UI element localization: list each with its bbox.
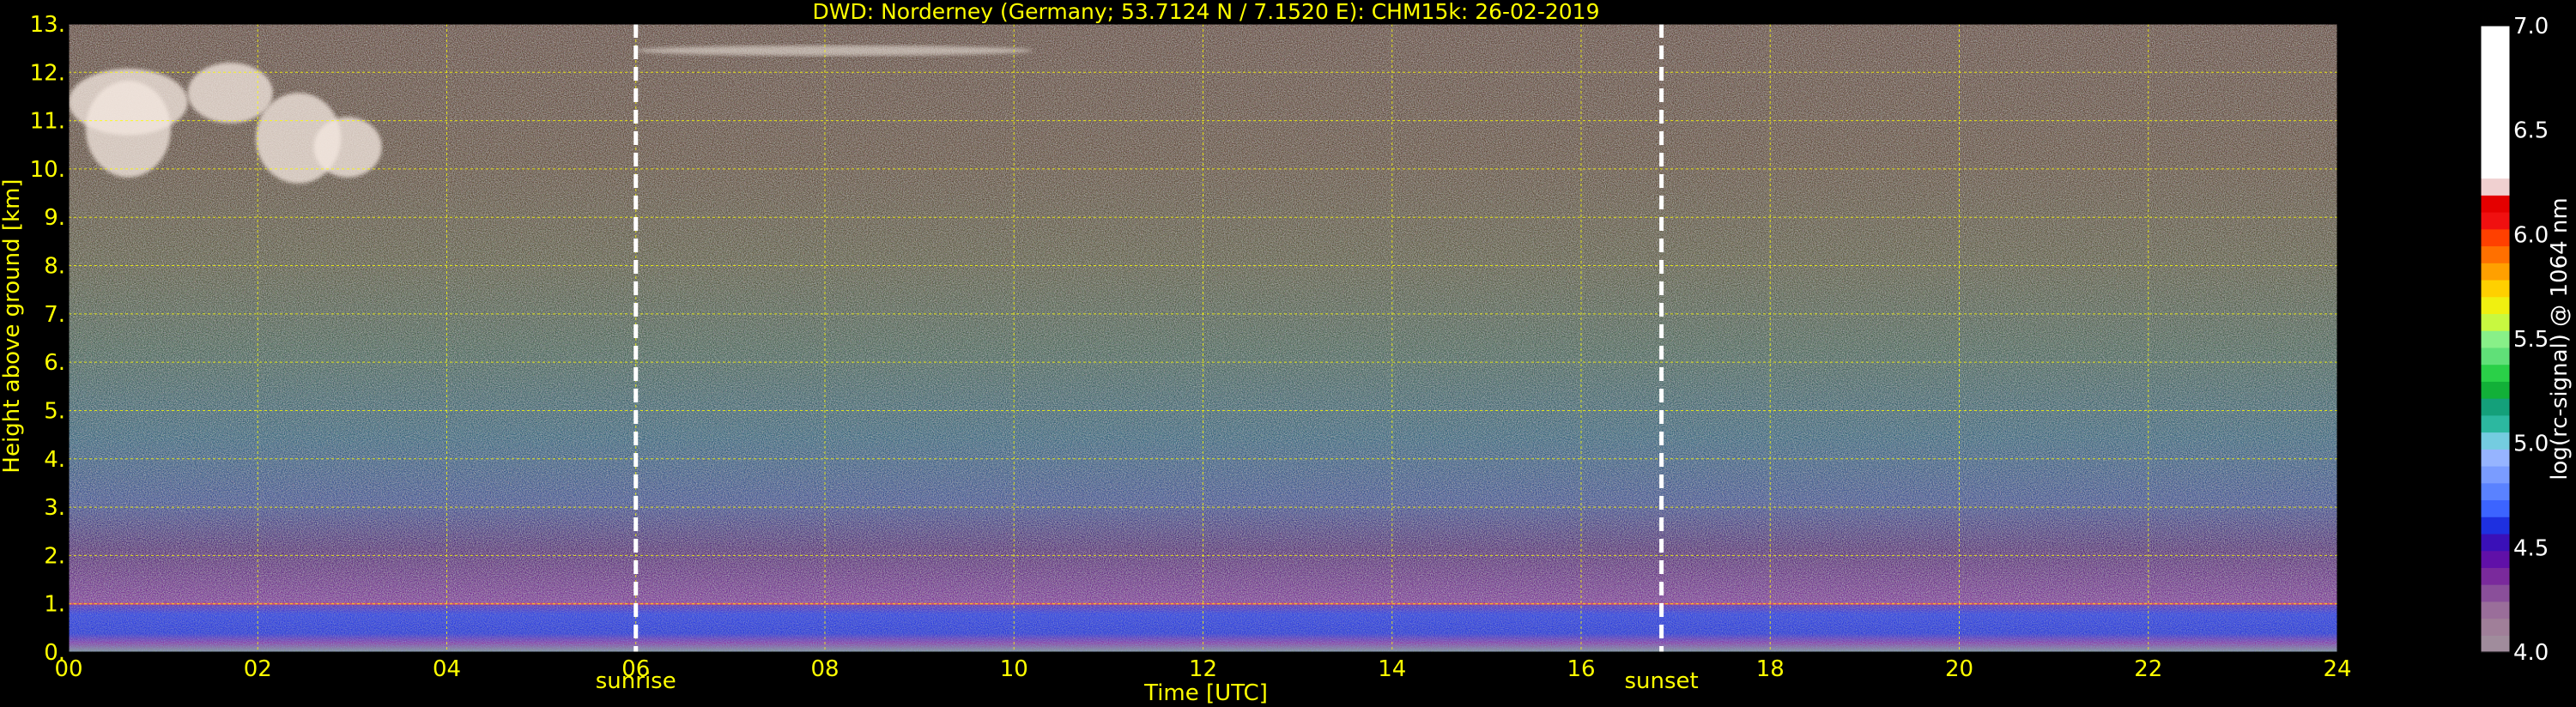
colorbar-segment [2481, 567, 2510, 585]
colorbar-segment [2481, 42, 2510, 61]
y-tick-label: 2. [44, 543, 65, 569]
y-tick-label: 10. [30, 157, 65, 183]
x-tick-label: 14 [1378, 656, 1406, 682]
sunrise-label: sunrise [596, 668, 676, 694]
y-tick-label: 13. [30, 12, 65, 38]
colorbar-tick-label: 7.0 [2513, 14, 2549, 39]
upper-cloud-trace [635, 45, 1033, 56]
colorbar-segment [2481, 110, 2510, 128]
ceilometer-chart: DWD: Norderney (Germany; 53.7124 N / 7.1… [0, 0, 2573, 706]
x-tick-label: 22 [2134, 656, 2162, 682]
colorbar-segment [2481, 584, 2510, 602]
colorbar-segment [2481, 414, 2510, 433]
colorbar-segment [2481, 76, 2510, 94]
y-tick-label: 12. [30, 60, 65, 86]
colorbar-segment [2481, 330, 2510, 348]
colorbar-segment [2481, 398, 2510, 416]
x-tick-label: 12 [1189, 656, 1217, 682]
x-axis-ticks: 00 02 04 06 08 10 12 14 16 18 20 22 24 [54, 656, 2351, 682]
colorbar-segment [2481, 93, 2510, 112]
x-tick-label: 10 [1000, 656, 1028, 682]
cirrus-cloud [187, 63, 273, 124]
x-tick-label: 00 [54, 656, 82, 682]
colorbar-segment [2481, 26, 2510, 44]
colorbar-label: log(rc-signal) @ 1064 nm [2547, 197, 2573, 480]
y-tick-label: 3. [44, 495, 65, 521]
colorbar-segment [2481, 212, 2510, 230]
colorbar-tick-label: 6.5 [2513, 118, 2549, 144]
cirrus-cloud [85, 81, 171, 178]
colorbar-tick-label: 5.5 [2513, 327, 2549, 353]
colorbar-segment [2481, 601, 2510, 619]
colorbar-segment [2481, 296, 2510, 315]
x-tick-label: 04 [433, 656, 461, 682]
y-tick-label: 7. [44, 302, 65, 328]
colorbar-segment [2481, 533, 2510, 552]
y-tick-label: 11. [30, 109, 65, 135]
colorbar-segment [2481, 313, 2510, 331]
colorbar [2480, 25, 2511, 653]
colorbar-segment [2481, 499, 2510, 517]
x-tick-label: 16 [1567, 656, 1595, 682]
colorbar-segment [2481, 618, 2510, 636]
colorbar-segment [2481, 279, 2510, 298]
ceilometer-page: DWD: Norderney (Germany; 53.7124 N / 7.1… [0, 0, 2576, 707]
colorbar-tick-label: 4.5 [2513, 535, 2549, 561]
y-tick-label: 1. [44, 592, 65, 618]
x-tick-label: 08 [810, 656, 839, 682]
colorbar-segment [2481, 381, 2510, 399]
colorbar-segment [2481, 347, 2510, 366]
colorbar-segment [2481, 245, 2510, 263]
colorbar-segment [2481, 228, 2510, 247]
colorbar-segment [2481, 144, 2510, 162]
x-tick-label: 24 [2323, 656, 2351, 682]
colorbar-ticks: 4.0 4.5 5.0 5.5 6.0 6.5 7.0 [2513, 14, 2549, 666]
colorbar-segment [2481, 160, 2510, 179]
y-tick-label: 6. [44, 350, 65, 376]
colorbar-segment [2481, 432, 2510, 450]
y-axis-label: Height above ground [km] [0, 178, 25, 473]
colorbar-segment [2481, 550, 2510, 568]
y-tick-label: 4. [44, 447, 65, 473]
sunset-label: sunset [1624, 668, 1698, 694]
x-tick-label: 02 [244, 656, 272, 682]
y-axis-ticks: 0.1.2.3.4.5.6.7.8.9.10.11.12.13. [30, 12, 65, 666]
colorbar-tick-label: 6.0 [2513, 222, 2549, 248]
colorbar-segment [2481, 195, 2510, 213]
colorbar-segment [2481, 127, 2510, 145]
colorbar-segment [2481, 263, 2510, 281]
colorbar-segment [2481, 364, 2510, 382]
colorbar-tick-label: 5.0 [2513, 432, 2549, 457]
colorbar-tick-label: 4.0 [2513, 640, 2549, 666]
colorbar-segment [2481, 59, 2510, 77]
colorbar-segment [2481, 635, 2510, 653]
y-tick-label: 5. [44, 398, 65, 424]
cirrus-cloud [313, 117, 382, 178]
y-tick-label: 9. [44, 205, 65, 231]
chart-title: DWD: Norderney (Germany; 53.7124 N / 7.1… [813, 0, 1600, 24]
x-axis-label: Time [UTC] [1143, 680, 1268, 706]
colorbar-segment [2481, 517, 2510, 535]
x-tick-label: 18 [1756, 656, 1785, 682]
colorbar-segment [2481, 178, 2510, 196]
colorbar-segment [2481, 465, 2510, 484]
x-tick-label: 20 [1945, 656, 1973, 682]
colorbar-segment [2481, 449, 2510, 467]
colorbar-segment [2481, 482, 2510, 501]
y-tick-label: 8. [44, 254, 65, 280]
